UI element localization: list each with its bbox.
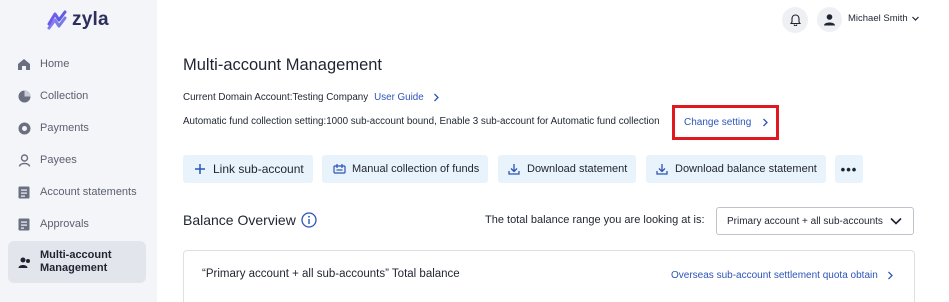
change-setting-link[interactable]: Change setting <box>684 117 751 128</box>
total-balance-card: “Primary account + all sub-accounts” Tot… <box>183 250 915 302</box>
more-actions-button[interactable]: ••• <box>835 155 863 183</box>
sidebar-item-home[interactable]: Home <box>8 48 146 80</box>
balance-range-label: The total balance range you are looking … <box>485 214 705 226</box>
payment-icon <box>17 121 31 135</box>
download-balance-statement-button[interactable]: Download balance statement <box>646 155 826 183</box>
settlement-quota-label: Overseas sub-account settlement quota ob… <box>671 270 878 281</box>
avatar[interactable] <box>817 7 842 32</box>
user-name[interactable]: Michael Smith <box>848 13 908 24</box>
zyla-logo-icon <box>47 10 67 30</box>
fund-collection-text: Automatic fund collection setting:1000 s… <box>183 116 660 127</box>
chevron-right-icon[interactable] <box>761 118 769 127</box>
download-statement-label: Download statement <box>527 163 628 175</box>
sidebar-item-collection[interactable]: Collection <box>8 80 146 112</box>
info-icon[interactable] <box>301 212 317 228</box>
link-sub-account-button[interactable]: Link sub-account <box>183 155 313 183</box>
chevron-down-icon[interactable] <box>911 14 920 23</box>
sidebar-item-label: Collection <box>40 90 89 102</box>
sidebar: zyla Home Collection Payments Payees Acc… <box>0 0 157 302</box>
download-statement-button[interactable]: Download statement <box>498 155 636 183</box>
settlement-quota-link[interactable]: Overseas sub-account settlement quota ob… <box>671 270 894 281</box>
sidebar-item-label: Payees <box>40 154 77 166</box>
balance-range-value: Primary account + all sub-accounts <box>727 215 883 227</box>
manual-collection-button[interactable]: Manual collection of funds <box>322 155 488 183</box>
notifications-button[interactable] <box>782 7 808 33</box>
sidebar-item-account-statements[interactable]: Account statements <box>8 176 146 208</box>
sidebar-item-multi-account-management[interactable]: Multi-account Management <box>8 241 146 283</box>
collection-icon <box>332 162 346 176</box>
total-balance-title: “Primary account + all sub-accounts” Tot… <box>202 268 460 280</box>
bell-icon <box>789 14 801 26</box>
change-setting-highlight[interactable]: Change setting <box>672 105 779 140</box>
user-guide-link[interactable]: User Guide <box>374 92 424 103</box>
download-icon <box>507 162 521 176</box>
user-icon <box>824 14 835 26</box>
plus-icon <box>193 162 207 176</box>
home-icon <box>17 57 31 71</box>
download-balance-statement-label: Download balance statement <box>675 163 817 175</box>
domain-account-label: Current Domain Account:Testing Company <box>183 92 369 103</box>
balance-overview-title: Balance Overview <box>183 212 296 228</box>
statement-icon <box>17 185 31 199</box>
pie-chart-icon <box>17 89 31 103</box>
sidebar-item-approvals[interactable]: Approvals <box>8 208 146 240</box>
page-title: Multi-account Management <box>183 56 383 74</box>
link-sub-account-label: Link sub-account <box>213 162 304 176</box>
chevron-down-icon <box>890 217 902 225</box>
chevron-right-icon <box>887 271 893 280</box>
approval-icon <box>17 217 31 231</box>
manual-collection-label: Manual collection of funds <box>352 163 480 175</box>
sidebar-item-label: Approvals <box>40 218 89 230</box>
balance-overview-heading: Balance Overview <box>183 212 317 228</box>
chevron-right-icon[interactable] <box>432 93 440 102</box>
brand-logo[interactable]: zyla <box>46 9 109 31</box>
sidebar-item-label: Home <box>40 58 70 70</box>
multi-account-icon <box>17 255 31 269</box>
domain-account-row: Current Domain Account:Testing Company U… <box>183 92 440 103</box>
payees-icon <box>17 153 31 167</box>
sidebar-item-payees[interactable]: Payees <box>8 144 146 176</box>
sidebar-item-label: Multi-account Management <box>40 249 112 274</box>
sidebar-item-label: Account statements <box>40 186 137 198</box>
brand-name: zyla <box>72 9 109 30</box>
balance-range-select[interactable]: Primary account + all sub-accounts <box>716 207 914 235</box>
download-icon <box>655 162 669 176</box>
sidebar-item-label: Payments <box>40 122 89 134</box>
sidebar-item-payments[interactable]: Payments <box>8 112 146 144</box>
